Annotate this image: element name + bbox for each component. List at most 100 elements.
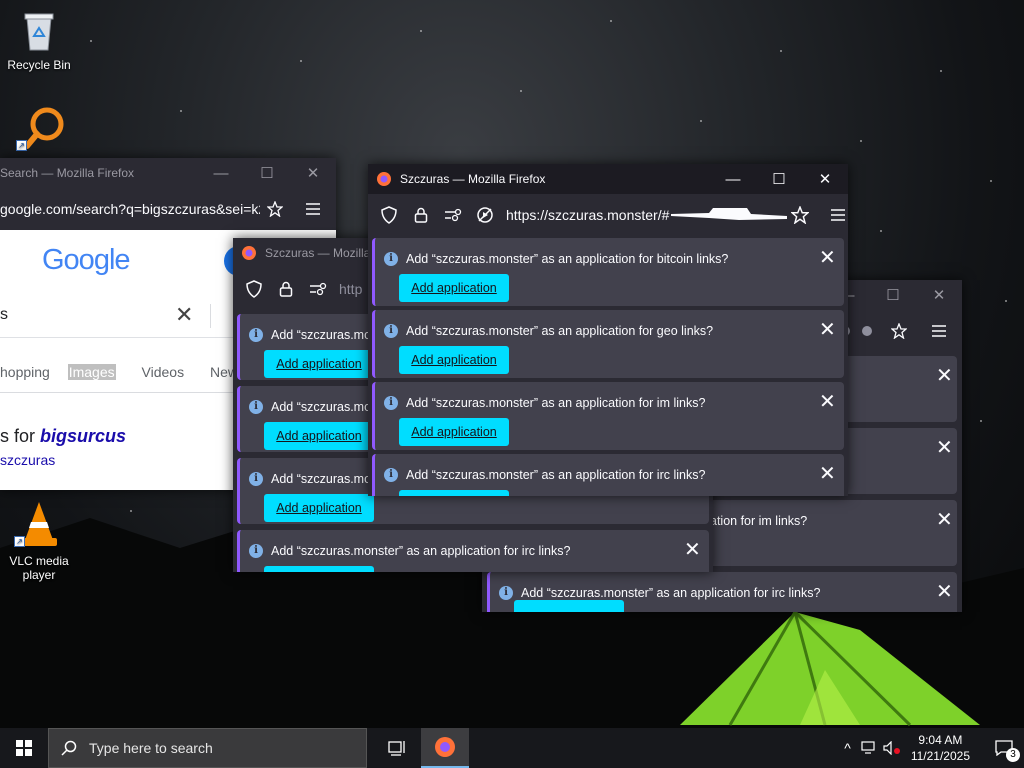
notification-message: Add “szczuras.mon (271, 328, 378, 342)
extension-icon[interactable] (856, 320, 878, 342)
clock[interactable]: 9:04 AM 11/21/2025 (911, 732, 970, 764)
info-icon: i (384, 396, 398, 410)
notification-message: ation for im links? (710, 514, 808, 528)
tracking-protection-icon[interactable] (378, 204, 400, 226)
search-tabs: hopping Images Videos New (0, 364, 238, 380)
did-you-mean-term[interactable]: bigsurcus (40, 426, 126, 446)
add-application-button[interactable]: Add application (399, 274, 509, 302)
maximize-button[interactable]: ☐ (244, 158, 290, 188)
info-icon: i (384, 324, 398, 338)
info-icon: i (249, 472, 263, 486)
tracking-protection-icon[interactable] (243, 278, 265, 300)
action-center-button[interactable]: 3 (984, 728, 1024, 768)
close-notification-icon[interactable]: ✕ (936, 366, 953, 386)
notification-bar: i Add “szczuras.monster” as an applicati… (372, 238, 844, 306)
close-notification-icon[interactable]: ✕ (819, 320, 836, 340)
shortcut-arrow-icon: ↗ (16, 140, 27, 151)
clear-search-icon[interactable]: ✕ (175, 302, 193, 328)
add-application-button[interactable]: Add application (264, 350, 374, 378)
notification-message: Add “szczuras.monster” as an application… (406, 324, 714, 338)
app-menu-icon[interactable] (827, 204, 848, 226)
address-bar[interactable]: https://szczuras.monster/# (506, 207, 669, 223)
add-application-button[interactable] (399, 490, 509, 496)
desktop-icon-vlc[interactable]: ↗ VLC media player (0, 500, 78, 582)
address-bar[interactable]: http (339, 281, 362, 297)
close-notification-icon[interactable]: ✕ (936, 510, 953, 530)
close-button[interactable]: ✕ (916, 280, 962, 310)
close-button[interactable]: ✕ (290, 158, 336, 188)
notification-message: Add “szczuras.monster” as an application… (521, 586, 821, 600)
start-button[interactable] (0, 728, 48, 768)
window-titlebar[interactable]: Search — Mozilla Firefox — ☐ ✕ (0, 158, 336, 188)
close-notification-icon[interactable]: ✕ (936, 438, 953, 458)
desktop-icon-search-app[interactable]: ↗ (4, 104, 82, 155)
notification-message: Add “szczuras.mor (271, 400, 376, 414)
wallpaper-tent (680, 610, 980, 727)
add-application-button[interactable] (264, 566, 374, 572)
chevron-up-icon[interactable]: ^ (844, 740, 851, 756)
divider (210, 304, 211, 328)
lock-icon[interactable] (410, 204, 432, 226)
firefox-window-main[interactable]: Szczuras — Mozilla Firefox — ☐ ✕ https:/… (368, 164, 848, 496)
notification-message: Add “szczuras.mor (271, 472, 376, 486)
search-instead-link[interactable]: szczuras (0, 452, 55, 468)
redacted-url-fragment (671, 208, 788, 220)
bookmark-star-icon[interactable] (888, 320, 910, 342)
notification-bar: i Add “szczuras.monster” as an applicati… (372, 310, 844, 378)
add-application-button[interactable]: Add application (264, 494, 374, 522)
shortcut-arrow-icon: ↗ (14, 536, 25, 547)
taskbar-search-box[interactable]: Type here to search (48, 728, 367, 768)
app-menu-icon[interactable] (302, 198, 324, 220)
lock-icon[interactable] (275, 278, 297, 300)
add-application-button[interactable]: Add application (264, 422, 374, 450)
firefox-logo-icon (435, 737, 455, 757)
tab-videos[interactable]: Videos (142, 364, 185, 380)
info-icon: i (249, 328, 263, 342)
permissions-icon[interactable] (442, 204, 464, 226)
add-application-button[interactable]: Add application (399, 418, 509, 446)
close-notification-icon[interactable]: ✕ (819, 464, 836, 484)
close-notification-icon[interactable]: ✕ (684, 540, 701, 560)
add-application-button[interactable] (514, 600, 624, 612)
clock-date: 11/21/2025 (910, 749, 970, 763)
maximize-button[interactable]: ☐ (870, 280, 916, 310)
close-notification-icon[interactable]: ✕ (936, 582, 953, 602)
task-view-button[interactable] (373, 728, 421, 768)
did-you-mean: s for bigsurcus (0, 426, 126, 447)
permissions-icon[interactable] (307, 278, 329, 300)
autoplay-blocked-icon[interactable] (474, 204, 496, 226)
info-icon: i (249, 544, 263, 558)
bookmark-star-icon[interactable] (264, 198, 286, 220)
notification-message: Add “szczuras.monster” as an application… (406, 468, 706, 482)
close-notification-icon[interactable]: ✕ (819, 392, 836, 412)
window-title: Search — Mozilla Firefox (0, 166, 135, 180)
tab-shopping[interactable]: hopping (0, 364, 50, 380)
did-you-mean-prefix: s for (0, 426, 41, 446)
task-view-icon (388, 741, 405, 756)
app-menu-icon[interactable] (928, 320, 950, 342)
minimize-button[interactable]: — (198, 158, 244, 188)
desktop-icon-recycle-bin[interactable]: Recycle Bin (0, 8, 78, 72)
close-button[interactable]: ✕ (802, 164, 848, 194)
search-query-text: s (0, 306, 8, 323)
bookmark-star-icon[interactable] (789, 204, 811, 226)
taskbar-firefox-button[interactable] (421, 728, 469, 768)
notification-bar: i Add “szczuras.monster” as an applicati… (487, 572, 957, 612)
search-placeholder: Type here to search (89, 740, 213, 756)
tab-images[interactable]: Images (67, 364, 116, 380)
info-icon: i (384, 252, 398, 266)
google-logo: Google (42, 244, 131, 276)
info-icon: i (499, 586, 513, 600)
add-application-button[interactable]: Add application (399, 346, 509, 374)
minimize-button[interactable]: — (710, 164, 756, 194)
close-notification-icon[interactable]: ✕ (819, 248, 836, 268)
taskbar: Type here to search ^ 9:04 AM 11/21/2025… (0, 728, 1024, 768)
maximize-button[interactable]: ☐ (756, 164, 802, 194)
window-titlebar[interactable]: Szczuras — Mozilla Firefox — ☐ ✕ (368, 164, 848, 194)
address-bar[interactable]: google.com/search?q=bigszczuras&sei=k2 (0, 201, 260, 217)
desktop-icon-label: Recycle Bin (7, 58, 71, 72)
desktop-icon-label: VLC media player (9, 554, 69, 582)
volume-muted-icon[interactable] (883, 741, 901, 755)
search-icon (61, 740, 77, 756)
network-icon[interactable] (861, 741, 877, 755)
